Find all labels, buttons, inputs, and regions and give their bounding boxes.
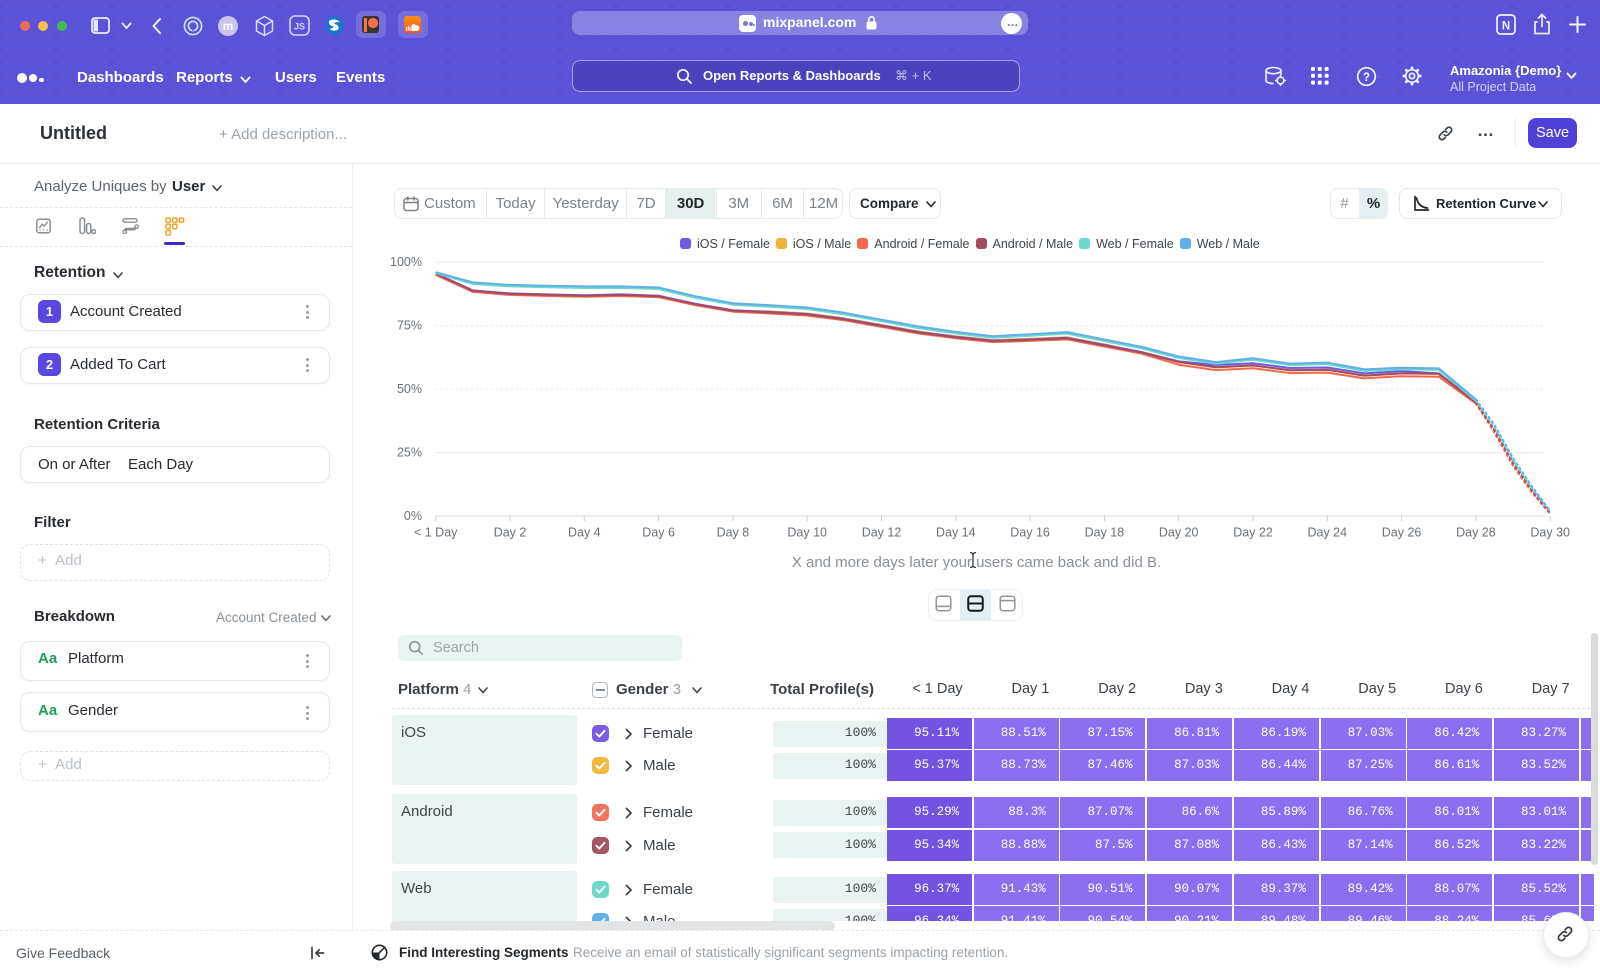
svg-text:?: ? [1363, 72, 1370, 84]
svg-text:Day 22: Day 22 [1233, 526, 1273, 540]
svg-text:50%: 50% [397, 382, 422, 396]
svg-text:N: N [1502, 21, 1510, 33]
svg-text:0%: 0% [404, 509, 422, 523]
svg-text:Day 8: Day 8 [717, 526, 750, 540]
svg-text:100%: 100% [390, 255, 422, 269]
svg-text:Day 12: Day 12 [862, 526, 902, 540]
svg-text:Day 30: Day 30 [1530, 526, 1570, 540]
svg-text:Day 6: Day 6 [642, 526, 675, 540]
svg-text:Day 20: Day 20 [1159, 526, 1199, 540]
svg-text:Day 26: Day 26 [1382, 526, 1422, 540]
svg-text:Day 24: Day 24 [1307, 526, 1347, 540]
svg-text:25%: 25% [397, 446, 422, 460]
svg-text:Day 16: Day 16 [1010, 526, 1050, 540]
svg-text:Day 10: Day 10 [787, 526, 827, 540]
svg-text:Day 28: Day 28 [1456, 526, 1496, 540]
svg-text:Day 2: Day 2 [494, 526, 527, 540]
svg-text:Day 18: Day 18 [1085, 526, 1125, 540]
svg-text:Day 14: Day 14 [936, 526, 976, 540]
svg-text:< 1 Day: < 1 Day [414, 526, 458, 540]
svg-text:JS: JS [294, 22, 305, 32]
svg-text:Day 4: Day 4 [568, 526, 601, 540]
svg-text:75%: 75% [397, 319, 422, 333]
